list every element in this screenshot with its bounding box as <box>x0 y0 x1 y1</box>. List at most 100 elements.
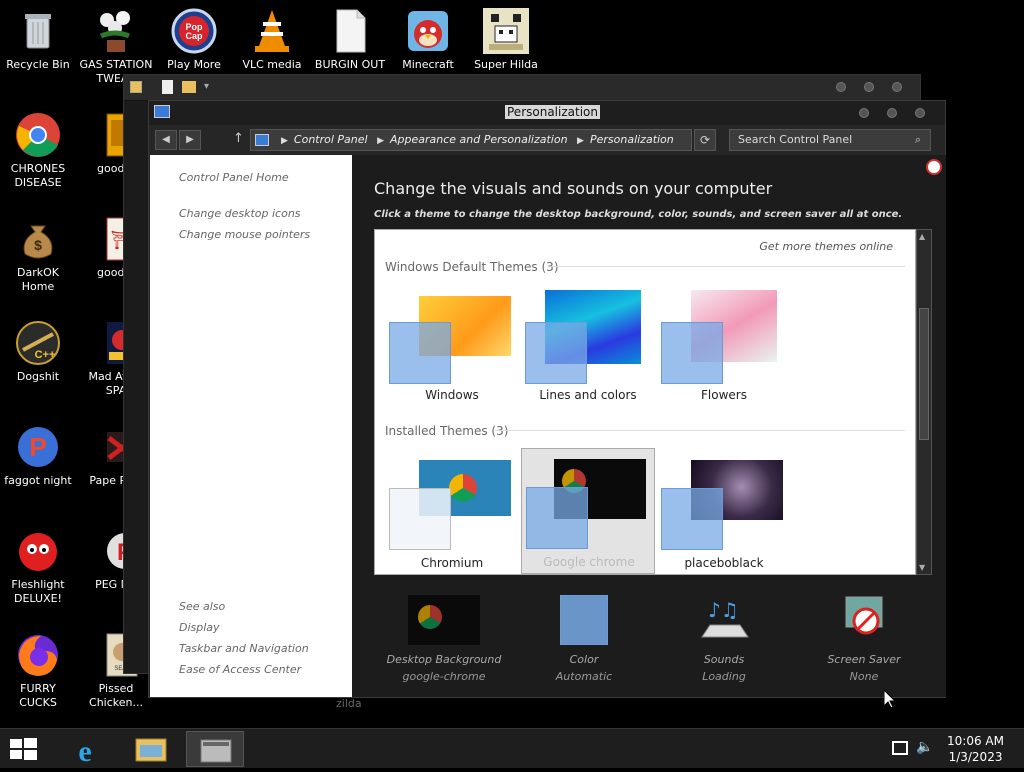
chrome-icon <box>449 474 477 502</box>
sounds-setting[interactable]: ♪♫ Sounds Loading <box>654 595 794 683</box>
recycle-bin-icon <box>15 8 61 54</box>
theme-flowers[interactable]: Flowers <box>657 280 791 406</box>
ease-of-access-link[interactable]: Ease of Access Center <box>179 663 301 676</box>
network-icon[interactable] <box>892 741 908 755</box>
desktop-icon-label: DarkOK Home <box>17 266 59 293</box>
setting-label: Screen Saver <box>827 653 901 666</box>
page-title: Change the visuals and sounds on your co… <box>374 179 773 198</box>
scrollbar-thumb[interactable] <box>919 308 929 440</box>
desktop-icon-chrones[interactable]: CHRONES DISEASE <box>0 112 76 190</box>
desktop-icon-label: Fleshlight DELUXE! <box>11 578 65 605</box>
breadcrumb[interactable]: ▶ Control Panel ▶ Appearance and Personali… <box>250 129 692 151</box>
personalization-window[interactable]: Personalization ◀ ▶ ↑ ▶ Control Panel ▶ Ap… <box>148 100 946 698</box>
taskbar-navigation-link[interactable]: Taskbar and Navigation <box>179 642 309 655</box>
up-arrow-icon[interactable]: ↑ <box>233 131 244 146</box>
theme-chromium[interactable]: Chromium <box>385 448 519 574</box>
desktop-icon-label: Minecraft <box>402 58 454 71</box>
screen-saver-icon <box>828 595 900 645</box>
desktop-icon-super-hilda[interactable]: Super Hilda <box>468 8 544 72</box>
chrome-icon <box>15 112 61 158</box>
window-titlebar[interactable]: Personalization <box>149 101 945 125</box>
color-palette-icon <box>526 487 588 549</box>
color-palette-icon <box>661 488 723 550</box>
search-input[interactable]: Search Control Panel <box>729 129 931 151</box>
control-panel-icon <box>154 105 170 118</box>
internet-explorer-icon: e <box>78 735 91 768</box>
document-icon <box>162 80 173 94</box>
desktop-icon-recycle-bin[interactable]: Recycle Bin <box>0 8 76 72</box>
control-panel-icon <box>200 739 232 763</box>
close-button[interactable] <box>915 108 925 118</box>
setting-label: Desktop Background <box>386 653 502 666</box>
control-panel-home-link[interactable]: Control Panel Home <box>179 171 289 184</box>
forward-button[interactable]: ▶ <box>179 130 201 150</box>
file-explorer-taskbar-button[interactable] <box>122 731 180 767</box>
setting-value: Loading <box>702 670 746 683</box>
screen-saver-setting[interactable]: Screen Saver None <box>794 595 934 683</box>
theme-google-chrome-selected[interactable]: Google chrome <box>521 448 655 574</box>
svg-text:P: P <box>29 432 46 462</box>
maximize-button[interactable] <box>887 108 897 118</box>
chevron-right-icon: ▶ <box>377 136 385 146</box>
theme-lines-and-colors[interactable]: Lines and colors <box>521 280 655 406</box>
chevron-down-icon[interactable]: ▾ <box>204 81 209 92</box>
desktop-icon-dogshit[interactable]: C++ Dogshit <box>0 320 76 384</box>
get-more-themes-link[interactable]: Get more themes online <box>759 240 893 253</box>
desktop-icon-minecraft[interactable]: Minecraft <box>390 8 466 72</box>
control-panel-taskbar-button[interactable] <box>186 731 244 767</box>
breadcrumb-item[interactable]: Appearance and Personalization <box>390 133 568 146</box>
desktop-icon-label: CHRONES DISEASE <box>10 162 66 189</box>
scroll-down-icon[interactable]: ▼ <box>919 563 925 572</box>
chrome-icon <box>418 605 442 629</box>
pixel-dog-icon <box>483 8 529 54</box>
theme-windows[interactable]: Windows <box>385 280 519 406</box>
breadcrumb-item[interactable]: Personalization <box>590 133 674 146</box>
desktop-icon-fleshlight[interactable]: Fleshlight DELUXE! <box>0 528 76 606</box>
back-button[interactable]: ◀ <box>155 130 177 150</box>
divider <box>550 266 905 267</box>
minimize-button[interactable] <box>836 82 846 92</box>
theme-label: Chromium <box>420 556 484 570</box>
desktop-icon-furry-cucks[interactable]: FURRY CUCKS <box>0 632 76 710</box>
desktop-icon-play-more[interactable]: Pop Cap Play More <box>156 8 232 72</box>
color-setting[interactable]: Color Automatic <box>514 595 654 683</box>
background-window-titlebar[interactable]: ▾ <box>124 75 920 101</box>
search-icon[interactable]: ⌕ <box>907 130 929 150</box>
desktop-icon-faggot-night[interactable]: P faggot night <box>0 424 76 488</box>
divider <box>495 430 905 431</box>
desktop-icon-label: VLC media <box>242 58 302 71</box>
desktop-background-setting[interactable]: Desktop Background google-chrome <box>374 595 514 683</box>
theme-placeboblack[interactable]: placeboblack <box>657 448 791 574</box>
maximize-button[interactable] <box>864 82 874 92</box>
refresh-button[interactable]: ⟳ <box>694 129 716 151</box>
scroll-up-icon[interactable]: ▲ <box>919 232 925 241</box>
internet-explorer-taskbar-button[interactable]: e <box>56 731 114 768</box>
themes-scrollbar[interactable]: ▲ ▼ <box>916 229 932 575</box>
svg-text:$: $ <box>34 237 42 253</box>
desktop-icon-burgin-out[interactable]: BURGIN OUT <box>312 8 388 72</box>
system-clock[interactable]: 10:06 AM 1/3/2023 <box>947 733 1004 765</box>
start-button[interactable] <box>8 737 38 761</box>
help-icon[interactable] <box>926 159 942 175</box>
desktop-icon-vlc[interactable]: VLC media <box>234 8 310 72</box>
clock-time: 10:06 AM <box>947 734 1004 748</box>
setting-value: Automatic <box>555 670 613 683</box>
minimize-button[interactable] <box>859 108 869 118</box>
theme-label: Google chrome <box>543 555 635 569</box>
folder-icon <box>182 81 196 93</box>
change-mouse-pointers-link[interactable]: Change mouse pointers <box>179 228 310 241</box>
theme-group-header: Windows Default Themes (3) <box>385 260 559 274</box>
desktop-icon-label: Recycle Bin <box>6 58 70 71</box>
themes-panel: Get more themes online Windows Default T… <box>374 229 916 575</box>
setting-label: Color <box>569 653 599 666</box>
theme-label: Windows <box>425 388 479 402</box>
breadcrumb-item[interactable]: Control Panel <box>294 133 368 146</box>
vlc-cone-icon <box>249 8 295 54</box>
desktop-icon-darkok[interactable]: $ DarkOK Home <box>0 216 76 294</box>
desktop-icon-label: faggot night <box>4 474 72 487</box>
volume-icon[interactable]: 🔈 <box>916 739 933 755</box>
close-button[interactable] <box>892 82 902 92</box>
change-desktop-icons-link[interactable]: Change desktop icons <box>179 207 301 220</box>
display-link[interactable]: Display <box>179 621 220 634</box>
mouse-cursor-icon <box>883 688 897 712</box>
